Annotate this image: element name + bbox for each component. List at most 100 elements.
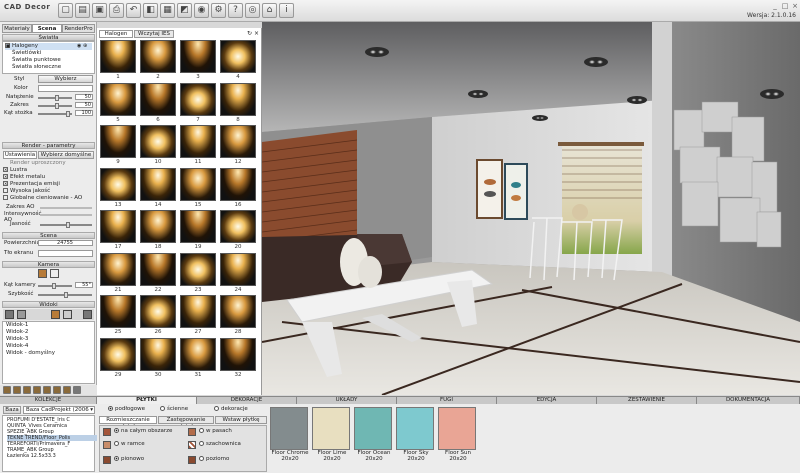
radio-pionowo[interactable]: pionowo — [114, 456, 144, 463]
szybkosc-slider[interactable] — [38, 292, 92, 298]
tile-swatch[interactable]: Floor Ocean 20x20 — [354, 407, 394, 471]
halogen-thumbnail[interactable]: 5 — [99, 82, 137, 124]
halogen-thumbnail[interactable]: 30 — [139, 337, 177, 379]
zakres-slider[interactable] — [38, 103, 72, 109]
halogen-preview-image[interactable] — [140, 252, 176, 286]
halogen-thumbnail[interactable]: 24 — [219, 252, 257, 294]
light-item-swietlowki[interactable]: Świetlówki — [12, 50, 41, 57]
background-color-field[interactable] — [38, 250, 93, 257]
halogen-preview-image[interactable] — [100, 337, 136, 371]
tile-color-preview[interactable] — [438, 407, 476, 450]
halogen-thumbnail[interactable]: 7 — [179, 82, 217, 124]
halogen-thumbnail[interactable]: 2 — [139, 40, 177, 81]
radio-poziomo[interactable]: poziomo — [199, 456, 229, 463]
fly-icon[interactable] — [23, 386, 31, 394]
open-folder-icon[interactable]: ▤ — [75, 3, 90, 18]
view-save-icon[interactable] — [63, 310, 72, 319]
view-delete-icon[interactable] — [17, 310, 26, 319]
halogen-preview-image[interactable] — [180, 125, 216, 158]
new-file-icon[interactable]: ▢ — [58, 3, 73, 18]
undo-icon[interactable]: ↶ — [126, 3, 141, 18]
tab-renderpro[interactable]: RenderPro — [62, 24, 95, 33]
halogen-preview-image[interactable] — [180, 337, 216, 371]
halogen-preview-image[interactable] — [100, 125, 136, 158]
camera-rotate-icon[interactable] — [50, 269, 59, 278]
zoom-icon[interactable] — [33, 386, 41, 394]
intensywnosc-ao-slider[interactable] — [40, 214, 92, 216]
settings-icon[interactable]: ⚙ — [211, 3, 226, 18]
halogen-thumbnail[interactable]: 27 — [179, 295, 217, 336]
natezenie-value[interactable]: 50 — [75, 94, 93, 100]
halogen-preview-image[interactable] — [180, 252, 216, 286]
halogen-preview-image[interactable] — [100, 167, 136, 201]
minimize-icon[interactable]: _ — [770, 2, 780, 11]
halogen-preview-image[interactable] — [220, 295, 256, 328]
render-icon[interactable]: ◉ — [194, 3, 209, 18]
tab-halogen[interactable]: Halogen — [99, 30, 133, 38]
halogen-preview-image[interactable] — [140, 82, 176, 116]
halogen-preview-image[interactable] — [140, 337, 176, 371]
collection-select[interactable]: Baza CadProjekt (2006 ▾ — [23, 406, 95, 414]
halogen-thumbnail[interactable]: 31 — [179, 337, 217, 379]
view-item-1[interactable]: Widok-1 — [6, 322, 28, 329]
halogen-preview-image[interactable] — [140, 295, 176, 328]
halogen-thumbnail[interactable]: 29 — [99, 337, 137, 379]
halogen-thumbnail[interactable]: 14 — [139, 167, 177, 209]
jasnosc-slider[interactable] — [40, 222, 92, 228]
tab-zastepowanie[interactable]: Zastępowanie płytek — [158, 416, 214, 430]
render-default-button[interactable]: Wybierz domyślne — [38, 151, 94, 159]
halogen-thumbnail[interactable]: 28 — [219, 295, 257, 336]
refresh-icon[interactable]: ↻ — [247, 30, 253, 37]
halogen-preview-image[interactable] — [140, 40, 176, 73]
view-item-3[interactable]: Widok-3 — [6, 336, 28, 343]
powierzchnia-value[interactable]: 24755 — [38, 240, 93, 246]
tab-scena[interactable]: Scena — [32, 24, 62, 33]
tab-materialy[interactable]: Materiały — [2, 24, 32, 33]
halogen-thumbnail[interactable]: 9 — [99, 125, 137, 166]
zakres-value[interactable]: 50 — [75, 102, 93, 108]
walk-icon[interactable] — [3, 386, 11, 394]
halogen-thumbnail[interactable]: 21 — [99, 252, 137, 294]
visibility-icons[interactable]: ◉ ⊕ — [77, 43, 93, 49]
radio-na-calym-obszarze[interactable]: na całym obszarze — [114, 428, 172, 435]
view-item-2[interactable]: Widok-2 — [6, 329, 28, 336]
tab-rozmieszczanie[interactable]: Rozmieszczanie płytek — [99, 416, 157, 430]
halogen-thumbnail[interactable]: 16 — [219, 167, 257, 209]
halogen-thumbnail[interactable]: 22 — [139, 252, 177, 294]
halogen-thumbnail[interactable]: 6 — [139, 82, 177, 124]
radio-scienne[interactable]: ścienne — [160, 406, 188, 413]
tab-wstaw-plytke[interactable]: Wstaw płytkę — [215, 416, 267, 424]
grid-icon[interactable] — [73, 386, 81, 394]
halogen-preview-image[interactable] — [220, 337, 256, 371]
halogen-thumbnail[interactable]: 32 — [219, 337, 257, 379]
opt-prezentacja-emisji[interactable]: ✕ Prezentacja emisji — [3, 181, 60, 188]
halogen-thumbnail[interactable]: 12 — [219, 125, 257, 166]
render-settings-button[interactable]: Ustawienia — [3, 151, 37, 159]
help-icon[interactable]: ? — [228, 3, 243, 18]
collection-item[interactable]: Łazienka 12.5x33.3 — [7, 453, 97, 459]
info-icon[interactable]: i — [279, 3, 294, 18]
halogen-thumbnail[interactable]: 23 — [179, 252, 217, 294]
radio-w-pasach[interactable]: w pasach — [199, 428, 232, 435]
halogen-thumbnail[interactable]: 10 — [139, 125, 177, 166]
baza-tab[interactable]: Baza — [3, 406, 21, 414]
halogen-preview-image[interactable] — [220, 210, 256, 243]
kat-stozka-slider[interactable] — [38, 111, 72, 117]
halogen-preview-image[interactable] — [220, 40, 256, 73]
view-add-icon[interactable] — [5, 310, 14, 319]
halogen-preview-image[interactable] — [180, 82, 216, 116]
render-viewport[interactable] — [262, 22, 800, 395]
close-icon[interactable]: × — [790, 2, 800, 11]
tile-swatch[interactable]: Floor Lime 20x20 — [312, 407, 352, 471]
tile-swatch[interactable]: Floor Sun 20x20 — [438, 407, 478, 471]
halogen-preview-image[interactable] — [140, 167, 176, 201]
halogen-thumbnail[interactable]: 4 — [219, 40, 257, 81]
view-item-default[interactable]: Widok - domyślny — [6, 350, 55, 357]
opt-wysoka-jakosc[interactable]: Wysoka jakość — [3, 188, 50, 195]
halogen-preview-image[interactable] — [140, 125, 176, 158]
radio-w-ramce[interactable]: w ramce — [114, 441, 145, 448]
tile-swatch[interactable]: Floor Chrome 20x20 — [270, 407, 310, 471]
halogen-thumbnail[interactable]: 25 — [99, 295, 137, 336]
zakres-ao-slider[interactable] — [40, 207, 92, 209]
save-icon[interactable]: ▣ — [92, 3, 107, 18]
